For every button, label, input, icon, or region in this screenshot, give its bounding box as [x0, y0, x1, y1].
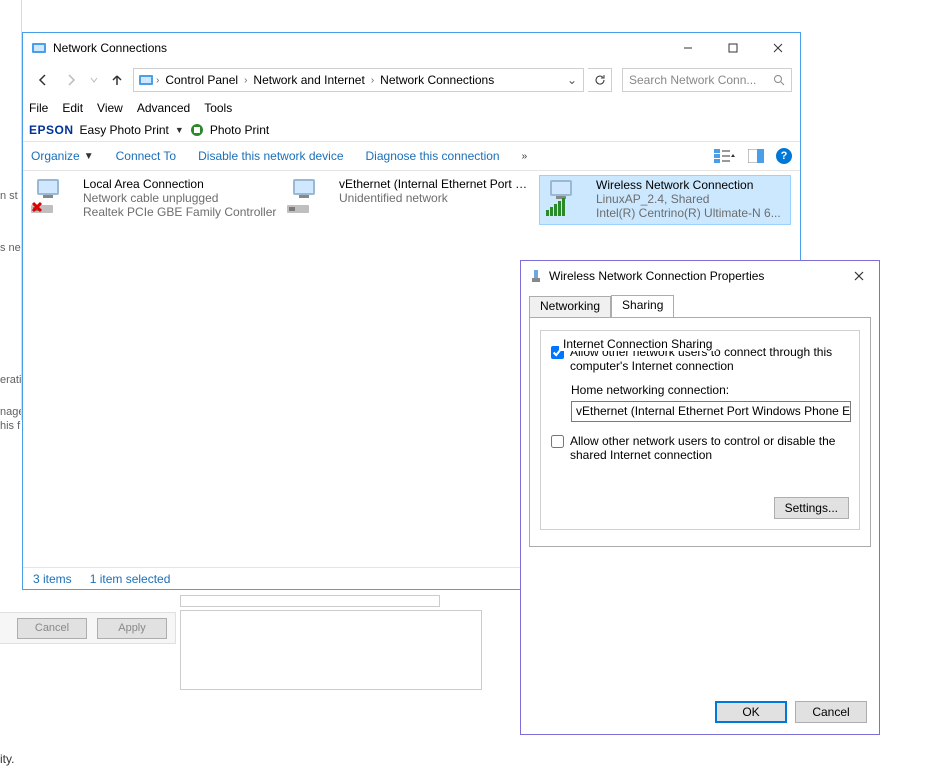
- help-icon[interactable]: ?: [776, 148, 792, 164]
- connection-status: Network cable unplugged: [83, 191, 277, 205]
- menubar: File Edit View Advanced Tools: [23, 97, 800, 119]
- dialog-icon: [529, 269, 543, 283]
- chevron-down-icon: ▼: [84, 151, 94, 162]
- wifi-icon: [542, 178, 590, 218]
- view-options-button[interactable]: [714, 148, 736, 164]
- bg-cancel-button[interactable]: Cancel: [17, 618, 87, 639]
- forward-button[interactable]: [59, 68, 83, 92]
- menu-view[interactable]: View: [97, 101, 123, 115]
- window-icon: [31, 40, 47, 56]
- address-bar[interactable]: › Control Panel › Network and Internet ›…: [133, 68, 584, 92]
- overflow-chevron[interactable]: »: [522, 151, 528, 162]
- dialog-titlebar[interactable]: Wireless Network Connection Properties: [521, 261, 879, 291]
- vethernet-icon: [285, 177, 333, 217]
- bg-apply-button: Apply: [97, 618, 167, 639]
- refresh-button[interactable]: [588, 68, 612, 92]
- window-title: Network Connections: [53, 41, 665, 55]
- chevron-down-icon[interactable]: ▼: [175, 125, 184, 135]
- search-placeholder: Search Network Conn...: [629, 73, 773, 87]
- epson-toolbar: EPSON Easy Photo Print ▼ Photo Print: [23, 119, 800, 141]
- crumb-network-internet[interactable]: Network and Internet: [247, 69, 370, 91]
- background-text: ity.: [0, 752, 14, 766]
- cancel-button[interactable]: Cancel: [795, 701, 867, 723]
- wireless-properties-dialog: Wireless Network Connection Properties N…: [520, 260, 880, 735]
- connection-device: Realtek PCIe GBE Family Controller: [83, 205, 277, 219]
- tab-pane-sharing: Internet Connection Sharing Allow other …: [529, 317, 871, 547]
- menu-file[interactable]: File: [29, 101, 48, 115]
- connection-status: Unidentified network: [339, 191, 533, 205]
- disable-device-button[interactable]: Disable this network device: [198, 149, 343, 163]
- connection-item-wireless[interactable]: Wireless Network Connection LinuxAP_2.4,…: [539, 175, 791, 225]
- background-dialog-buttons: Cancel Apply: [0, 612, 176, 644]
- home-connection-label: Home networking connection:: [571, 383, 849, 397]
- allow-control-label: Allow other network users to control or …: [570, 434, 849, 462]
- connection-name: Wireless Network Connection: [596, 178, 788, 192]
- preview-pane-button[interactable]: [748, 149, 764, 163]
- status-item-count: 3 items: [33, 572, 72, 586]
- search-input[interactable]: Search Network Conn...: [622, 68, 792, 92]
- crumb-control-panel[interactable]: Control Panel: [159, 69, 244, 91]
- tab-row: Networking Sharing: [529, 295, 871, 317]
- epson-photo-print[interactable]: Photo Print: [210, 123, 269, 137]
- search-icon: [773, 74, 785, 86]
- epson-print-icon: [190, 123, 204, 137]
- background-strip: [180, 595, 440, 607]
- dialog-title: Wireless Network Connection Properties: [549, 269, 847, 283]
- dialog-footer: OK Cancel: [521, 690, 879, 734]
- up-button[interactable]: [105, 68, 129, 92]
- crumb-network-connections[interactable]: Network Connections: [374, 69, 500, 91]
- titlebar[interactable]: Network Connections: [23, 33, 800, 63]
- status-selected-count: 1 item selected: [90, 572, 171, 586]
- address-icon: [136, 70, 156, 90]
- back-button[interactable]: [31, 68, 55, 92]
- connect-to-button[interactable]: Connect To: [116, 149, 177, 163]
- connection-item-lan[interactable]: Local Area Connection Network cable unpl…: [27, 175, 279, 225]
- diagnose-button[interactable]: Diagnose this connection: [366, 149, 500, 163]
- recent-dropdown[interactable]: [87, 68, 101, 92]
- dialog-close-button[interactable]: [847, 264, 871, 288]
- tab-networking[interactable]: Networking: [529, 296, 611, 318]
- ics-fieldset: Internet Connection Sharing Allow other …: [540, 330, 860, 530]
- maximize-button[interactable]: [710, 34, 755, 62]
- command-bar: Organize▼ Connect To Disable this networ…: [23, 141, 800, 171]
- home-connection-select[interactable]: vEthernet (Internal Ethernet Port Window…: [571, 401, 851, 422]
- epson-logo: EPSON: [29, 123, 74, 137]
- organize-menu[interactable]: Organize▼: [31, 149, 94, 163]
- menu-tools[interactable]: Tools: [204, 101, 232, 115]
- settings-button[interactable]: Settings...: [774, 497, 849, 519]
- ok-button[interactable]: OK: [715, 701, 787, 723]
- connection-device: Intel(R) Centrino(R) Ultimate-N 6...: [596, 206, 788, 220]
- minimize-button[interactable]: [665, 34, 710, 62]
- allow-control-checkbox[interactable]: [551, 435, 564, 448]
- connection-name: Local Area Connection: [83, 177, 277, 191]
- address-dropdown[interactable]: ⌄: [563, 73, 581, 87]
- menu-advanced[interactable]: Advanced: [137, 101, 190, 115]
- nav-row: › Control Panel › Network and Internet ›…: [23, 63, 800, 97]
- lan-icon: [29, 177, 77, 217]
- tab-sharing[interactable]: Sharing: [611, 295, 674, 317]
- epson-easy-photo-print[interactable]: Easy Photo Print: [80, 123, 169, 137]
- connection-status: LinuxAP_2.4, Shared: [596, 192, 788, 206]
- background-left-panel: n st s ne erati nage his f: [0, 0, 22, 420]
- background-panel: [180, 610, 482, 690]
- close-button[interactable]: [755, 34, 800, 62]
- connection-item-vethernet[interactable]: vEthernet (Internal Ethernet Port Window…: [283, 175, 535, 225]
- connection-name: vEthernet (Internal Ethernet Port Window…: [339, 177, 533, 191]
- fieldset-legend: Internet Connection Sharing: [559, 337, 716, 351]
- menu-edit[interactable]: Edit: [62, 101, 83, 115]
